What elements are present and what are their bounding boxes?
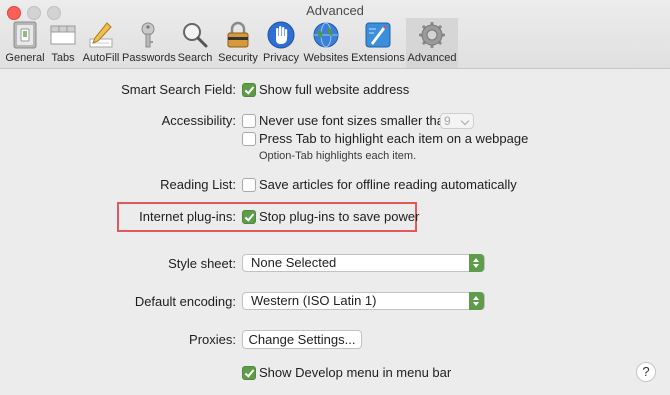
show-full-address-checkbox[interactable] bbox=[242, 83, 256, 97]
tab-security-label: Security bbox=[218, 52, 258, 64]
tab-extensions-label: Extensions bbox=[351, 52, 405, 64]
style-sheet-label: Style sheet: bbox=[168, 256, 236, 271]
help-button[interactable]: ? bbox=[636, 362, 656, 382]
show-full-address-text: Show full website address bbox=[259, 82, 410, 97]
smart-search-label: Smart Search Field: bbox=[121, 82, 236, 97]
globe-icon bbox=[313, 22, 339, 48]
key-icon bbox=[141, 22, 155, 48]
press-tab-hint: Option-Tab highlights each item. bbox=[259, 150, 417, 162]
switch-icon bbox=[13, 21, 37, 49]
tab-passwords[interactable]: Passwords bbox=[122, 18, 176, 68]
tab-privacy-label: Privacy bbox=[262, 52, 300, 64]
font-size-select[interactable]: 9 bbox=[440, 113, 474, 129]
encoding-label: Default encoding: bbox=[134, 294, 236, 309]
toolbar: Advanced General Tabs AutoFill Passwords… bbox=[0, 0, 670, 69]
tabs-icon bbox=[50, 25, 76, 45]
tab-autofill[interactable]: AutoFill bbox=[81, 18, 121, 68]
stop-plugins-checkbox[interactable] bbox=[242, 210, 256, 224]
accessibility-label: Accessibility: bbox=[161, 113, 236, 128]
tab-search[interactable]: Search bbox=[175, 18, 215, 68]
tab-tabs[interactable]: Tabs bbox=[46, 18, 80, 68]
press-tab-text: Press Tab to highlight each item on a we… bbox=[259, 131, 529, 146]
tab-security[interactable]: Security bbox=[216, 18, 260, 68]
show-develop-menu-checkbox[interactable] bbox=[242, 366, 256, 380]
style-sheet-select[interactable]: None Selected bbox=[242, 254, 485, 272]
style-sheet-value: None Selected bbox=[251, 255, 337, 270]
tab-tabs-label: Tabs bbox=[51, 52, 75, 64]
select-arrows-icon bbox=[469, 254, 484, 272]
font-size-value: 9 bbox=[444, 114, 451, 128]
select-arrows-icon bbox=[469, 292, 484, 310]
tab-general-label: General bbox=[5, 52, 45, 64]
tab-websites-label: Websites bbox=[303, 52, 349, 64]
reading-list-label: Reading List: bbox=[160, 177, 236, 192]
change-settings-button[interactable]: Change Settings... bbox=[242, 330, 362, 349]
chevron-down-icon bbox=[460, 116, 470, 126]
plugins-label: Internet plug-ins: bbox=[139, 209, 236, 224]
tab-search-label: Search bbox=[177, 52, 213, 64]
puzzle-icon bbox=[365, 22, 391, 48]
window-title: Advanced bbox=[306, 3, 364, 18]
proxies-label: Proxies: bbox=[189, 332, 236, 347]
tab-privacy[interactable]: Privacy bbox=[261, 18, 301, 68]
press-tab-checkbox[interactable] bbox=[242, 132, 256, 146]
tab-passwords-label: Passwords bbox=[122, 52, 176, 64]
tab-websites[interactable]: Websites bbox=[302, 18, 350, 68]
save-offline-checkbox[interactable] bbox=[242, 178, 256, 192]
tab-extensions[interactable]: Extensions bbox=[351, 18, 405, 68]
lock-icon bbox=[227, 21, 249, 48]
stop-plugins-text: Stop plug-ins to save power bbox=[259, 209, 420, 224]
save-offline-text: Save articles for offline reading automa… bbox=[259, 177, 517, 192]
gear-icon bbox=[419, 22, 445, 48]
magnifier-icon bbox=[183, 23, 208, 48]
encoding-select[interactable]: Western (ISO Latin 1) bbox=[242, 292, 485, 310]
pencil-icon bbox=[89, 22, 113, 48]
tab-general[interactable]: General bbox=[4, 18, 46, 68]
tab-autofill-label: AutoFill bbox=[82, 52, 120, 64]
encoding-value: Western (ISO Latin 1) bbox=[251, 293, 377, 308]
tab-advanced-label: Advanced bbox=[407, 52, 457, 64]
preferences-window: Advanced General Tabs AutoFill Passwords… bbox=[0, 0, 670, 395]
show-develop-menu-text: Show Develop menu in menu bar bbox=[259, 365, 452, 380]
min-font-size-text: Never use font sizes smaller than bbox=[259, 113, 452, 128]
min-font-size-checkbox[interactable] bbox=[242, 114, 256, 128]
tab-advanced[interactable]: Advanced bbox=[406, 18, 458, 68]
hand-icon bbox=[267, 21, 295, 49]
